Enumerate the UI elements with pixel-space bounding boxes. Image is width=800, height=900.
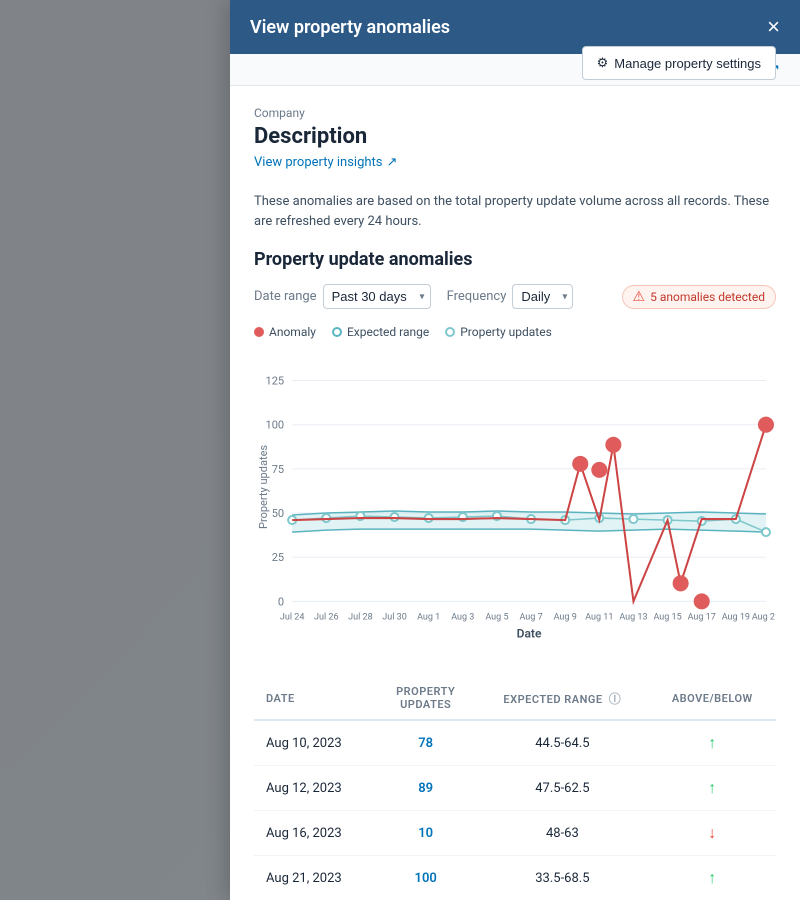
description-text: These anomalies are based on the total p… [254, 192, 776, 231]
frequency-label: Frequency [447, 289, 507, 304]
table-row: Aug 12, 2023 89 47.5-62.5 ↑ [254, 766, 776, 811]
svg-text:Jul 30: Jul 30 [382, 612, 407, 622]
direction-up-icon: ↑ [708, 733, 716, 752]
svg-text:Aug 9: Aug 9 [554, 612, 577, 622]
col-expected: EXPECTED RANGE ⓘ [476, 677, 648, 720]
col-direction: ABOVE/BELOW [649, 677, 776, 720]
modal-backdrop: View property anomalies × Provide feedba… [0, 0, 800, 900]
cell-updates: 10 [375, 811, 476, 856]
svg-text:Property updates: Property updates [257, 445, 270, 529]
date-range-label: Date range [254, 289, 317, 304]
table-row: Aug 21, 2023 100 33.5-68.5 ↑ [254, 856, 776, 900]
anomaly-legend-label: Anomaly [269, 325, 316, 339]
svg-text:Jul 24: Jul 24 [280, 612, 305, 622]
cell-direction: ↓ [649, 811, 776, 856]
svg-text:0: 0 [278, 595, 284, 608]
col-date: DATE [254, 677, 375, 720]
date-range-select[interactable]: Past 30 days [323, 284, 431, 309]
cell-expected: 48-63 [476, 811, 648, 856]
svg-text:75: 75 [272, 463, 284, 476]
cell-date: Aug 10, 2023 [254, 720, 375, 766]
cell-updates: 100 [375, 856, 476, 900]
direction-down-icon: ↓ [708, 823, 716, 842]
chart-legend: Anomaly Expected range Property updates [254, 325, 776, 339]
svg-text:Aug 11: Aug 11 [585, 612, 613, 622]
table-row: Aug 10, 2023 78 44.5-64.5 ↑ [254, 720, 776, 766]
property-updates-legend-label: Property updates [460, 325, 552, 339]
cell-date: Aug 12, 2023 [254, 766, 375, 811]
chart-container: 125 100 75 50 25 0 Property updates [254, 347, 776, 657]
svg-text:Aug 1: Aug 1 [417, 612, 440, 622]
svg-text:Date: Date [517, 627, 542, 641]
controls-row: Date range Past 30 days Frequency Daily [254, 284, 776, 309]
cell-direction: ↑ [649, 766, 776, 811]
manage-property-settings-button[interactable]: ⚙ Manage property settings [582, 46, 776, 80]
property-name: Description [254, 124, 582, 149]
anomaly-legend-dot [254, 327, 264, 337]
company-label: Company [254, 106, 582, 120]
modal-title: View property anomalies [250, 17, 450, 38]
date-range-control: Date range Past 30 days [254, 284, 431, 309]
svg-text:Aug 15: Aug 15 [653, 612, 681, 622]
cell-expected: 47.5-62.5 [476, 766, 648, 811]
svg-text:Aug 7: Aug 7 [519, 612, 542, 622]
frequency-select[interactable]: Daily [512, 284, 573, 309]
external-link-icon-small: ↗ [387, 155, 398, 170]
cell-updates: 78 [375, 720, 476, 766]
table-row: Aug 16, 2023 10 48-63 ↓ [254, 811, 776, 856]
modal-panel: View property anomalies × Provide feedba… [230, 0, 800, 900]
svg-text:Aug 17: Aug 17 [688, 612, 716, 622]
chart-svg: 125 100 75 50 25 0 Property updates [254, 347, 776, 657]
legend-anomaly: Anomaly [254, 325, 316, 339]
anomaly-count-badge: ⚠ 5 anomalies detected [622, 285, 776, 309]
expected-range-legend-dot [332, 327, 342, 337]
cell-direction: ↑ [649, 856, 776, 900]
svg-text:100: 100 [266, 419, 285, 432]
svg-text:Aug 21: Aug 21 [752, 612, 776, 622]
cell-updates: 89 [375, 766, 476, 811]
expected-range-info-icon[interactable]: ⓘ [609, 692, 622, 706]
frequency-control: Frequency Daily [447, 284, 574, 309]
insights-link-text: View property insights [254, 155, 383, 170]
svg-text:Jul 26: Jul 26 [314, 612, 339, 622]
date-range-select-wrapper: Past 30 days [323, 284, 431, 309]
cell-expected: 44.5-64.5 [476, 720, 648, 766]
close-button[interactable]: × [767, 16, 780, 38]
header-row: Company Description View property insigh… [254, 106, 776, 184]
svg-text:25: 25 [272, 551, 284, 564]
frequency-select-wrapper: Daily [512, 284, 573, 309]
section-heading: Property update anomalies [254, 249, 776, 270]
legend-expected-range: Expected range [332, 325, 429, 339]
settings-icon: ⚙ [597, 55, 609, 71]
modal-content: Company Description View property insigh… [230, 86, 800, 900]
legend-property-updates: Property updates [445, 325, 552, 339]
svg-text:Jul 28: Jul 28 [348, 612, 373, 622]
anomalies-table: DATE PROPERTYUPDATES EXPECTED RANGE ⓘ AB… [254, 677, 776, 900]
direction-up-icon: ↑ [708, 868, 716, 887]
manage-button-label: Manage property settings [614, 56, 761, 71]
cell-direction: ↑ [649, 720, 776, 766]
cell-date: Aug 16, 2023 [254, 811, 375, 856]
svg-text:125: 125 [266, 375, 285, 388]
anomaly-count-text: 5 anomalies detected [650, 290, 765, 304]
property-updates-legend-dot [445, 327, 455, 337]
svg-text:Aug 5: Aug 5 [485, 612, 508, 622]
expected-range-legend-label: Expected range [347, 325, 429, 339]
svg-text:Aug 3: Aug 3 [451, 612, 474, 622]
warning-icon: ⚠ [633, 289, 646, 305]
col-updates: PROPERTYUPDATES [375, 677, 476, 720]
header-left: Company Description View property insigh… [254, 106, 582, 184]
direction-up-icon: ↑ [708, 778, 716, 797]
svg-text:50: 50 [272, 507, 284, 520]
cell-date: Aug 21, 2023 [254, 856, 375, 900]
svg-text:Aug 13: Aug 13 [619, 612, 647, 622]
view-insights-link[interactable]: View property insights ↗ [254, 155, 582, 170]
cell-expected: 33.5-68.5 [476, 856, 648, 900]
svg-text:Aug 19: Aug 19 [722, 612, 750, 622]
